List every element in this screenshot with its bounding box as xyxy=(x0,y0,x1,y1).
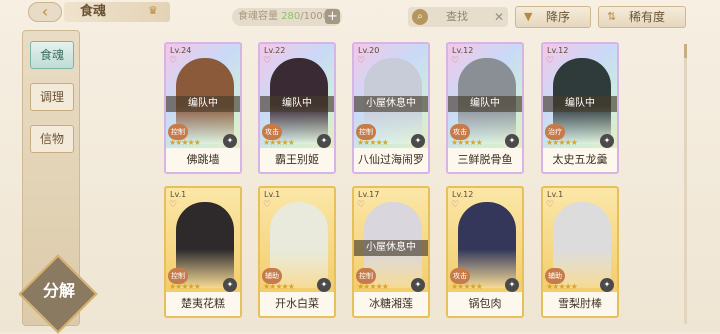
star-rating: ★★★★★ xyxy=(451,282,483,291)
skill-icon: ✦ xyxy=(317,278,331,292)
scrollbar-thumb[interactable] xyxy=(684,44,687,58)
food-soul-card[interactable]: Lv.12 ♡ 攻击 ★★★★★ ✦ 锅包肉 xyxy=(446,186,524,318)
skill-icon: ✦ xyxy=(411,134,425,148)
search-input[interactable]: ⌕ 查找 ✕ xyxy=(408,7,508,27)
card-name: 楚夷花糕 xyxy=(166,292,240,316)
star-rating: ★★★★★ xyxy=(451,138,483,147)
heart-icon: ♡ xyxy=(263,200,272,210)
sort-rarity-label: 稀有度 xyxy=(629,10,666,24)
food-soul-card[interactable]: Lv.22 ♡ 编队中 攻击 ★★★★★ ✦ 霸王别姬 xyxy=(258,42,336,174)
card-name: 锅包肉 xyxy=(448,292,522,316)
level-label: Lv.20 xyxy=(358,46,380,55)
sort-arrow-icon: ▼ xyxy=(524,10,533,23)
skill-icon: ✦ xyxy=(600,134,614,148)
status-badge: 小屋休息中 xyxy=(354,96,428,112)
food-soul-card[interactable]: Lv.1 ♡ 辅助 ★★★★★ ✦ 开水白菜 xyxy=(258,186,336,318)
heart-icon: ♡ xyxy=(357,56,366,66)
star-rating: ★★★★★ xyxy=(263,282,295,291)
level-label: Lv.1 xyxy=(170,190,187,199)
card-name: 三鲜脱骨鱼 xyxy=(448,148,522,172)
heart-icon: ♡ xyxy=(451,200,460,210)
star-rating: ★★★★★ xyxy=(357,282,389,291)
level-label: Lv.12 xyxy=(547,46,569,55)
card-name: 冰糖湘莲 xyxy=(354,292,428,316)
game-screen: ‹ 食魂 ♛ 食魂容量 280/1000 + ⌕ 查找 ✕ ▼ 降序 ⇅ 稀有度… xyxy=(0,0,720,334)
star-rating: ★★★★★ xyxy=(357,138,389,147)
capacity-label: 食魂容量 xyxy=(238,11,278,22)
heart-icon: ♡ xyxy=(357,200,366,210)
status-badge: 编队中 xyxy=(448,96,522,112)
skill-icon: ✦ xyxy=(223,134,237,148)
food-soul-card[interactable]: Lv.1 ♡ 辅助 ★★★★★ ✦ 雪梨肘棒 xyxy=(541,186,619,318)
star-rating: ★★★★★ xyxy=(169,282,201,291)
sort-toggle-icon: ⇅ xyxy=(607,10,617,23)
heart-icon: ♡ xyxy=(169,56,178,66)
sort-rarity-button[interactable]: ⇅ 稀有度 xyxy=(598,6,686,28)
card-name: 雪梨肘棒 xyxy=(543,292,617,316)
decompose-label: 分解 xyxy=(42,281,75,300)
star-rating: ★★★★★ xyxy=(546,282,578,291)
skill-icon: ✦ xyxy=(317,134,331,148)
star-rating: ★★★★★ xyxy=(169,138,201,147)
food-soul-card[interactable]: Lv.12 ♡ 编队中 治疗 ★★★★★ ✦ 太史五龙羹 xyxy=(541,42,619,174)
star-rating: ★★★★★ xyxy=(546,138,578,147)
card-name: 太史五龙羹 xyxy=(543,148,617,172)
tab-conditioning[interactable]: 调理 xyxy=(30,83,74,111)
card-name: 佛跳墙 xyxy=(166,148,240,172)
skill-icon: ✦ xyxy=(600,278,614,292)
food-soul-card[interactable]: Lv.1 ♡ 控制 ★★★★★ ✦ 楚夷花糕 xyxy=(164,186,242,318)
add-capacity-button[interactable]: + xyxy=(325,9,340,24)
crown-icon: ♛ xyxy=(148,4,158,17)
star-rating: ★★★★★ xyxy=(263,138,295,147)
heart-icon: ♡ xyxy=(169,200,178,210)
skill-icon: ✦ xyxy=(411,278,425,292)
level-label: Lv.12 xyxy=(452,190,474,199)
sort-desc-button[interactable]: ▼ 降序 xyxy=(515,6,591,28)
status-badge: 编队中 xyxy=(543,96,617,112)
food-soul-card[interactable]: Lv.17 ♡ 小屋休息中 控制 ★★★★★ ✦ 冰糖湘莲 xyxy=(352,186,430,318)
tab-keepsake[interactable]: 信物 xyxy=(30,125,74,153)
skill-icon: ✦ xyxy=(505,278,519,292)
level-label: Lv.1 xyxy=(264,190,281,199)
level-label: Lv.17 xyxy=(358,190,380,199)
sort-desc-label: 降序 xyxy=(546,10,571,24)
clear-icon[interactable]: ✕ xyxy=(494,7,504,27)
skill-icon: ✦ xyxy=(223,278,237,292)
level-label: Lv.1 xyxy=(547,190,564,199)
search-icon: ⌕ xyxy=(412,9,428,25)
top-bar: ‹ 食魂 ♛ 食魂容量 280/1000 + ⌕ 查找 ✕ ▼ 降序 ⇅ 稀有度 xyxy=(0,0,720,36)
status-badge: 编队中 xyxy=(260,96,334,112)
heart-icon: ♡ xyxy=(546,56,555,66)
card-name: 霸王别姬 xyxy=(260,148,334,172)
food-soul-card[interactable]: Lv.24 ♡ 编队中 控制 ★★★★★ ✦ 佛跳墙 xyxy=(164,42,242,174)
heart-icon: ♡ xyxy=(546,200,555,210)
food-soul-card[interactable]: Lv.20♡小屋休息中控制★★★★★✦八仙过海闹罗汉 xyxy=(352,42,430,174)
card-name: 开水白菜 xyxy=(260,292,334,316)
scrollbar[interactable] xyxy=(684,44,687,324)
heart-icon: ♡ xyxy=(263,56,272,66)
skill-icon: ✦ xyxy=(505,134,519,148)
capacity-current: 280 xyxy=(281,11,301,22)
tab-food-soul[interactable]: 食魂 xyxy=(30,41,74,69)
status-badge: 小屋休息中 xyxy=(354,240,428,256)
level-label: Lv.24 xyxy=(170,46,192,55)
food-soul-card[interactable]: Lv.12 ♡ 编队中 攻击 ★★★★★ ✦ 三鲜脱骨鱼 xyxy=(446,42,524,174)
status-badge: 编队中 xyxy=(166,96,240,112)
search-label: 查找 xyxy=(446,10,468,23)
card-name: 八仙过海闹罗汉 xyxy=(354,148,428,172)
heart-icon: ♡ xyxy=(451,56,460,66)
back-arrow-icon[interactable]: ‹ xyxy=(28,2,62,22)
level-label: Lv.12 xyxy=(452,46,474,55)
level-label: Lv.22 xyxy=(264,46,286,55)
